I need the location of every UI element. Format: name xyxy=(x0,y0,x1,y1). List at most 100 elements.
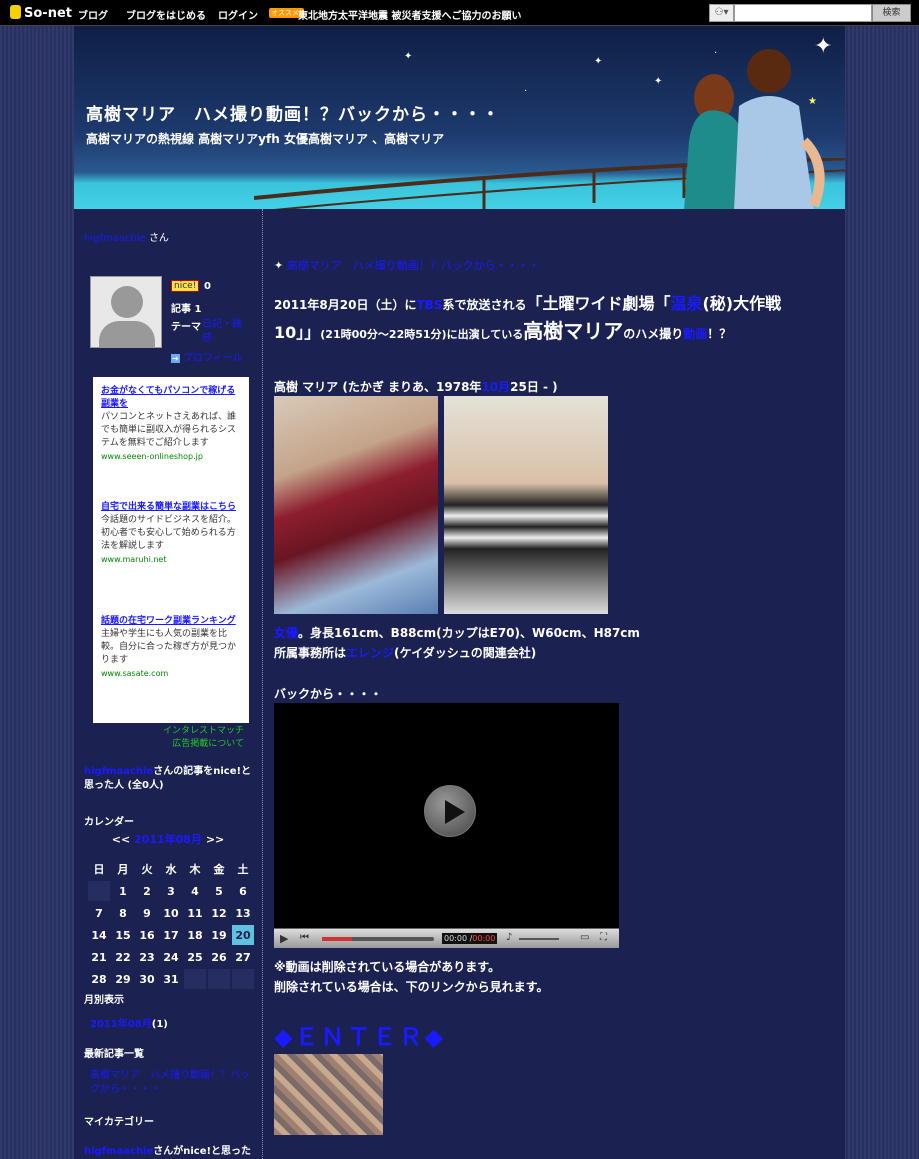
sonet-logo[interactable]: So-net xyxy=(10,5,72,21)
calendar-weekday: 日 xyxy=(88,859,110,879)
actress-link[interactable]: 女優 xyxy=(274,626,298,640)
fullscreen-icon[interactable]: ⛶ xyxy=(600,932,607,943)
ad-links: インタレストマッチ 広告掲載について xyxy=(74,725,244,751)
calendar-next-link[interactable]: >> xyxy=(206,833,224,846)
calendar-day: 7 xyxy=(88,903,110,923)
calendar-day: 25 xyxy=(184,947,206,967)
nice-articles-text: higfmaachieさんがnice!と思った記事 xyxy=(84,1146,252,1157)
calendar-day: 10 xyxy=(160,903,182,923)
ad-url[interactable]: www.maruhi.net xyxy=(101,553,241,566)
ad-url[interactable]: www.sasate.com xyxy=(101,667,241,680)
agency-line: 所属事務所はエレンジ(ケイダッシュの関連会社) xyxy=(274,646,537,660)
skip-back-icon[interactable]: ⏮ xyxy=(300,932,309,943)
column-divider xyxy=(262,209,263,1159)
start-blog-link[interactable]: ブログをはじめる xyxy=(126,7,206,22)
stats-line: 女優。身長161cm、B88cm(カップはE70)、W60cm、H87cm xyxy=(274,626,640,640)
ad-item[interactable]: お金がなくてもパソコンで稼げる副業を パソコンとネットさえあれば、誰でも簡単に副… xyxy=(101,385,241,463)
blog-header: ✦ · ✦ ✦ · ✦ ★ 高樹マリア ハメ撮り動画！？バックから・・・・ 高樹… xyxy=(74,26,845,209)
calendar-weekday: 金 xyxy=(208,859,230,879)
search-input[interactable] xyxy=(734,4,872,22)
nice-count: 0 xyxy=(204,281,211,292)
ad-url[interactable]: www.seeen-onlineshop.jp xyxy=(101,450,241,463)
calendar-day: 20 xyxy=(232,925,254,945)
search-button[interactable]: 検索 xyxy=(872,4,911,22)
blog-title[interactable]: 高樹マリア ハメ撮り動画！？バックから・・・・ xyxy=(86,100,500,125)
avatar-body-icon xyxy=(99,321,155,347)
volume-slider[interactable] xyxy=(519,938,559,940)
time-display: 00:00 /00:00 xyxy=(442,933,498,944)
ad-headline[interactable]: 話題の在宅ワーク副業ランキング xyxy=(101,615,241,628)
note-link-below: 削除されている場合は、下のリンクから見れます。 xyxy=(274,980,549,994)
profile-link[interactable]: ➜ プロフィール xyxy=(171,349,243,364)
search-type-dropdown[interactable]: ⚇▾ xyxy=(709,4,734,22)
onsen-link[interactable]: 温泉 xyxy=(670,294,702,313)
notice-link[interactable]: 東北地方太平洋地震 被災者支援へご協力のお願い xyxy=(298,7,521,22)
ad-item[interactable]: 自宅で出来る簡単な副業はこちら 今話題のサイドビジネスを紹介。初心者でも安心して… xyxy=(101,501,241,566)
ad-body: パソコンとネットさえあれば、誰でも簡単に副収入が得られるシステムを無料でご紹介し… xyxy=(101,412,237,448)
calendar-table: 日月火水木金土 1 2 3 4 5 6 7 8 9 10 11 12 13 14 15 16 17 18 19 20 21… xyxy=(86,857,256,991)
recent-title: 最新記事一覧 xyxy=(84,1049,144,1060)
calendar-month-link[interactable]: 2011年08月 xyxy=(134,833,202,846)
calendar-day: 17 xyxy=(160,925,182,945)
top-bar: So-net ブログ ブログをはじめる ログイン オススメ! 東北地方太平洋地震… xyxy=(0,0,919,26)
enter-link[interactable]: ◆ＥＮＴＥＲ◆ xyxy=(274,1017,445,1052)
play-icon[interactable] xyxy=(424,785,476,837)
theme-link[interactable]: 日記・雑感 xyxy=(202,318,250,346)
calendar-day: 8 xyxy=(112,903,134,923)
video-link[interactable]: 動画 xyxy=(683,327,707,341)
seek-progress xyxy=(322,937,352,941)
nice-people-text: higfmaachieさんの記事をnice!と思った人 (全0人) xyxy=(84,766,252,791)
blog-description: 高樹マリアの熱視線 高樹マリアyfh 女優高樹マリア 、高樹マリア xyxy=(86,132,445,146)
category-title: マイカテゴリー xyxy=(84,1117,154,1128)
avatar[interactable] xyxy=(90,276,162,348)
calendar-nav: << 2011年08月 >> xyxy=(74,831,262,847)
nice-articles-user-link[interactable]: higfmaachie xyxy=(84,1146,153,1157)
calendar-weekday: 木 xyxy=(184,859,206,879)
calendar-day: 31 xyxy=(160,969,182,989)
volume-icon[interactable]: ♪ xyxy=(506,932,512,943)
sonet-logo-icon xyxy=(10,5,21,19)
login-link[interactable]: ログイン xyxy=(218,7,258,22)
ad-body: 主婦や学生にも人気の副業を比較。自分に合った稼ぎ方が見つかります xyxy=(101,629,237,665)
ad-about-link[interactable]: 広告掲載について xyxy=(74,738,244,751)
archive-item: 2011年08月(1) xyxy=(90,1019,168,1030)
calendar-day: 4 xyxy=(184,881,206,901)
sidebar: higfmaachie さん nice! 0 記事 1 テーマ 日記・雑感 ➜ … xyxy=(74,209,262,1159)
photo-image xyxy=(274,396,438,614)
recent-article-link[interactable]: 高樹マリア ハメ撮り動画！？バックから・・・・ xyxy=(90,1069,255,1097)
calendar-day: 6 xyxy=(232,881,254,901)
calendar-weekday: 月 xyxy=(112,859,134,879)
calendar-day: 18 xyxy=(184,925,206,945)
october-link[interactable]: 10月 xyxy=(481,380,510,394)
blog-link[interactable]: ブログ xyxy=(78,7,108,22)
theme-label: テーマ xyxy=(171,322,201,333)
screen-icon[interactable]: ▭ xyxy=(580,932,589,943)
nice-badge[interactable]: nice! xyxy=(171,280,200,292)
seek-bar[interactable] xyxy=(322,937,434,941)
calendar-day: 15 xyxy=(112,925,134,945)
video-player[interactable]: ▶ ⏮ 00:00 /00:00 ♪ ▭ ⛶ xyxy=(274,703,619,948)
post-title-link[interactable]: 高樹マリア ハメ撮り動画！？バックから・・・・ xyxy=(287,259,540,272)
nice-people-user-link[interactable]: higfmaachie xyxy=(84,766,153,777)
ad-box: お金がなくてもパソコンで稼げる副業を パソコンとネットさえあれば、誰でも簡単に副… xyxy=(93,377,249,723)
calendar-weekday: 水 xyxy=(160,859,182,879)
archive-link[interactable]: 2011年08月 xyxy=(90,1019,152,1030)
calendar-prev-link[interactable]: << xyxy=(112,833,130,846)
ad-headline[interactable]: 自宅で出来る簡単な副業はこちら xyxy=(101,501,241,514)
calendar-day: 9 xyxy=(136,903,158,923)
user-name-link[interactable]: higfmaachie xyxy=(84,233,146,244)
calendar-day: 19 xyxy=(208,925,230,945)
ad-body: 今話題のサイドビジネスを紹介。初心者でも安心して始められる方法を解説します xyxy=(101,515,237,551)
calendar-day: 11 xyxy=(184,903,206,923)
agency-link[interactable]: エレンジ xyxy=(346,646,394,660)
interest-match-link[interactable]: インタレストマッチ xyxy=(74,725,244,738)
article-count: 記事 1 xyxy=(171,304,202,315)
ad-headline[interactable]: お金がなくてもパソコンで稼げる副業を xyxy=(101,385,241,411)
back-text: バックから・・・・ xyxy=(274,687,383,701)
calendar-day: 14 xyxy=(88,925,110,945)
post-title-line: ✦ 高樹マリア ハメ撮り動画！？バックから・・・・ xyxy=(274,257,540,273)
ad-item[interactable]: 話題の在宅ワーク副業ランキング 主婦や学生にも人気の副業を比較。自分に合った稼ぎ… xyxy=(101,615,241,680)
tbs-link[interactable]: TBS xyxy=(416,298,442,312)
enter-thumbnail[interactable] xyxy=(274,1054,383,1135)
play-small-icon[interactable]: ▶ xyxy=(280,932,288,945)
